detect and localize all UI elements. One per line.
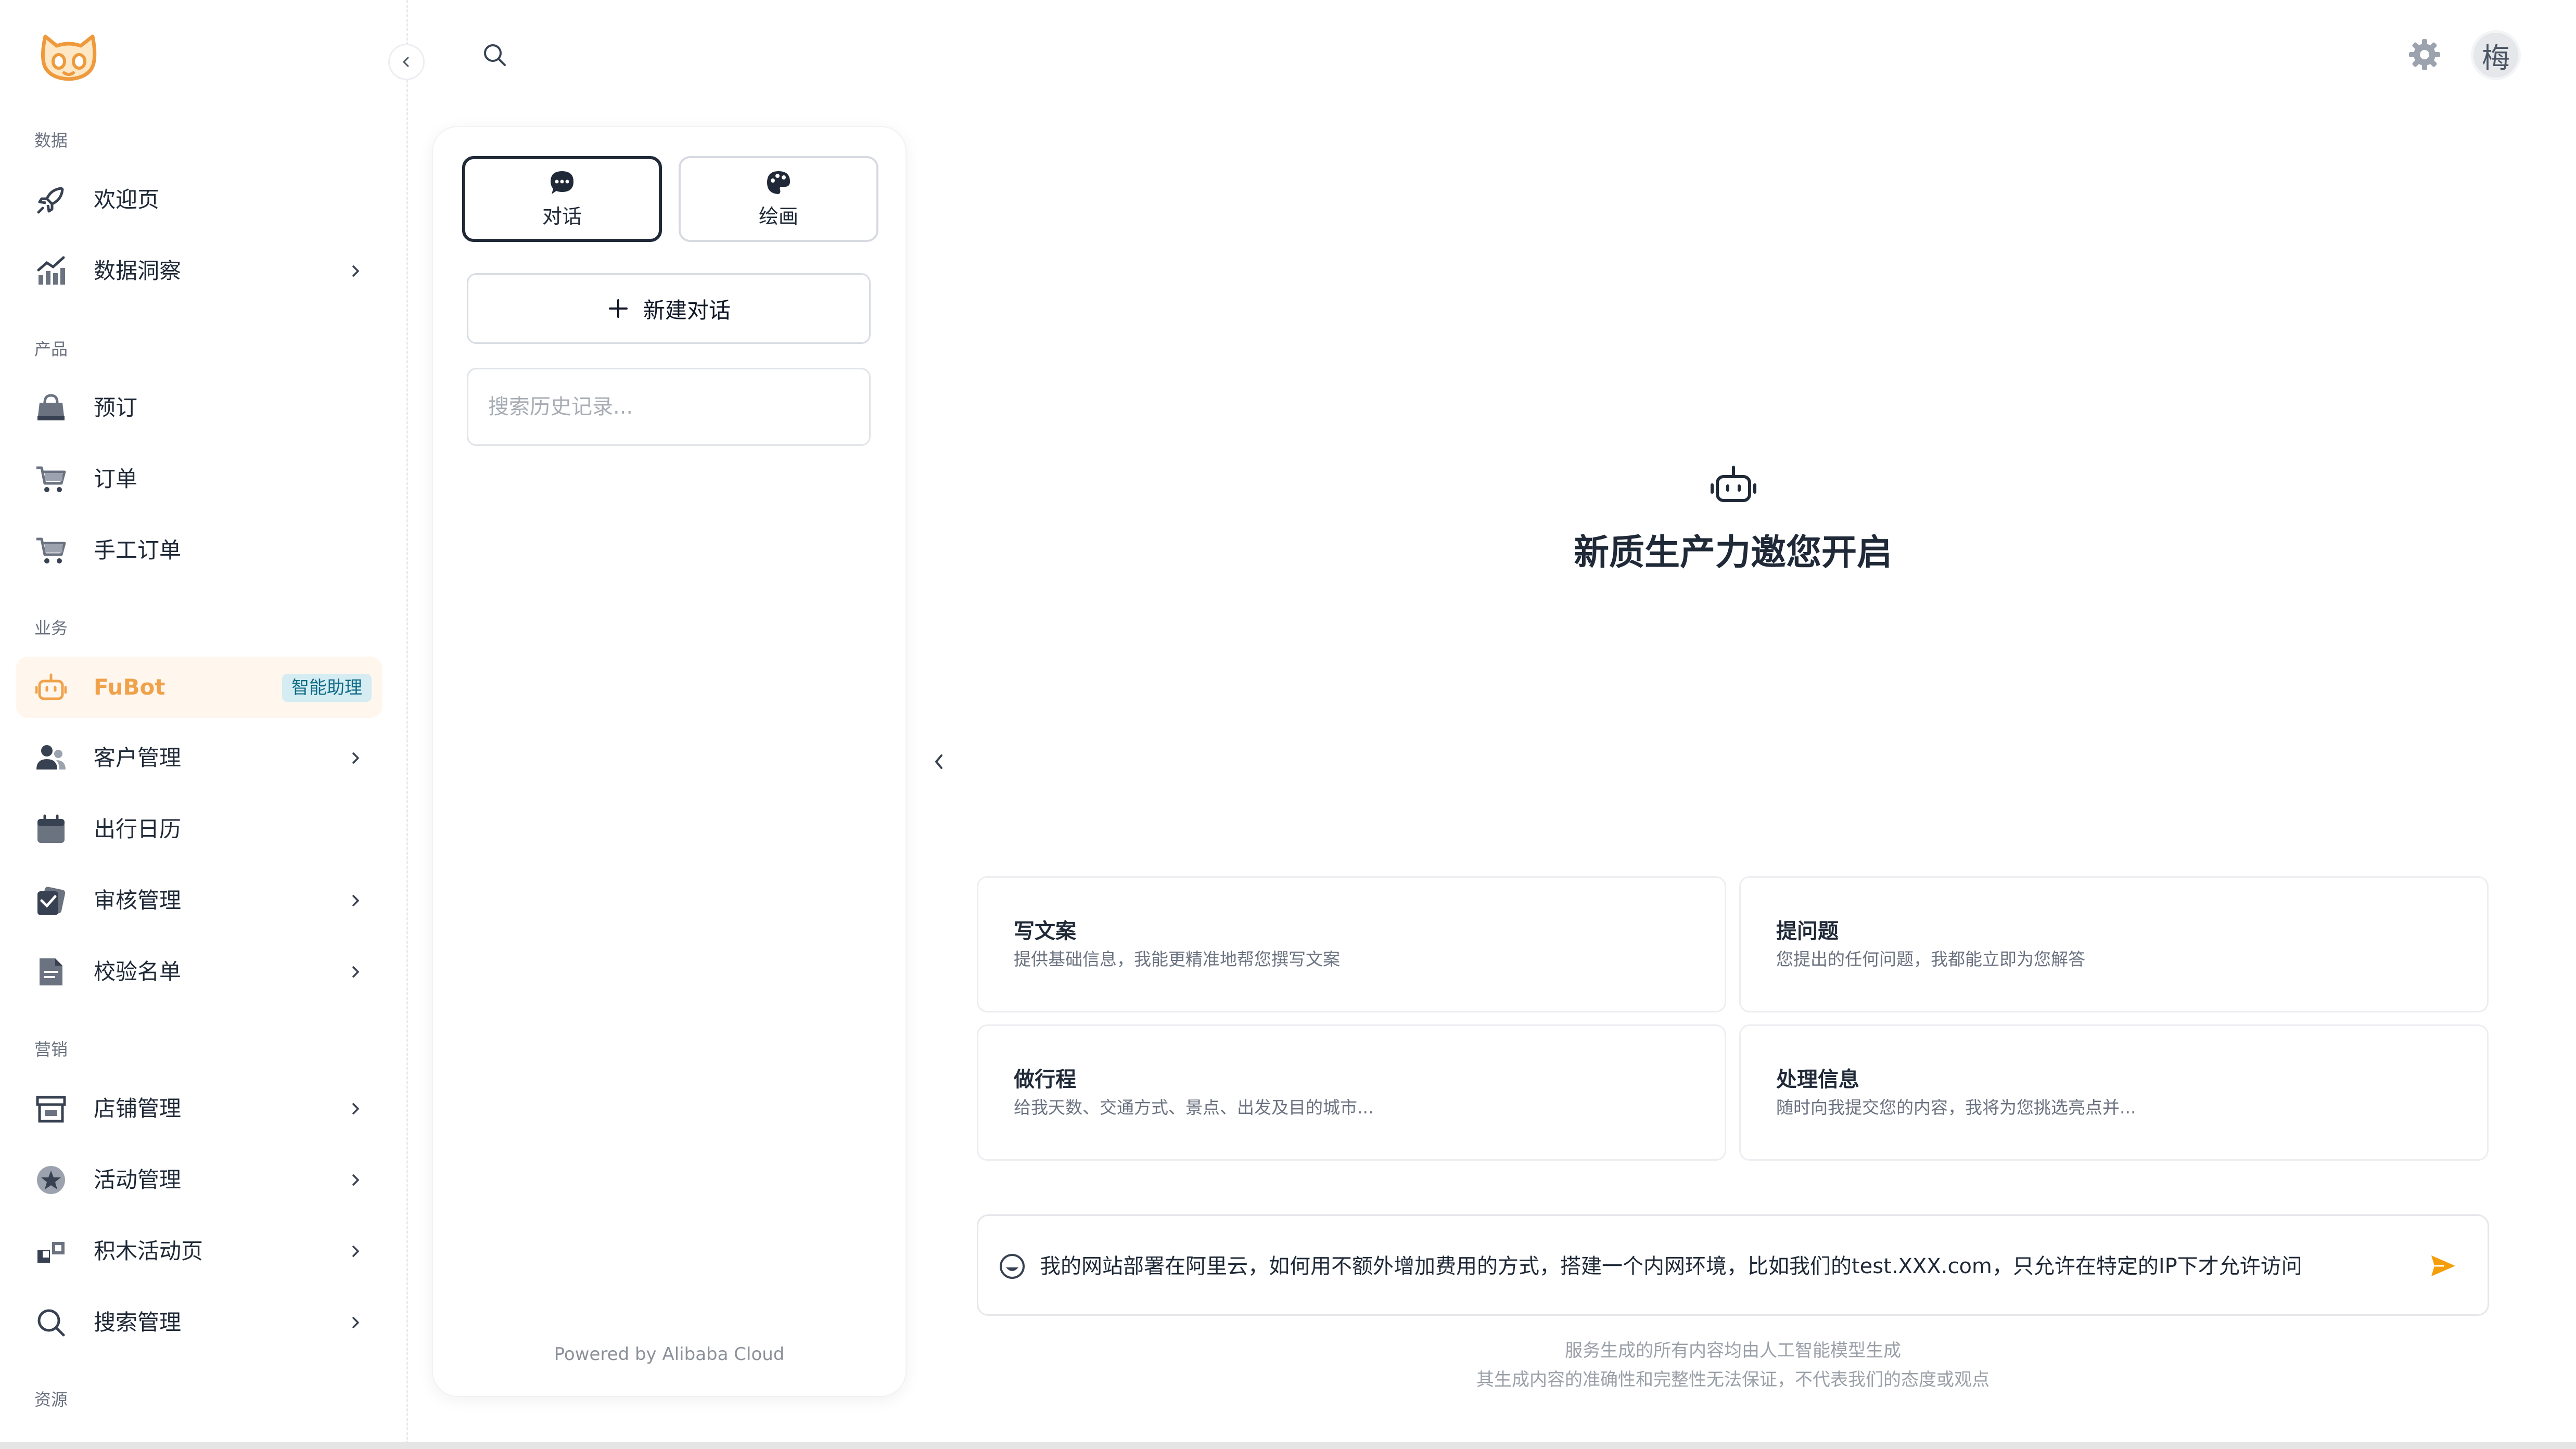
mode-chat-label: 对话 [542, 205, 582, 228]
chevron-right-icon [344, 1240, 367, 1263]
group-title-data: 数据 [34, 131, 68, 150]
chart-icon [34, 255, 68, 287]
sidebar-item-search-manage[interactable]: 搜索管理 [16, 1292, 382, 1353]
card-title: 写文案 [1014, 919, 1076, 943]
send-icon [2431, 1255, 2455, 1276]
search-icon [34, 1307, 68, 1338]
chevron-right-icon [344, 1169, 367, 1191]
sidebar-item-label: 手工订单 [94, 537, 182, 563]
sidebar-item-label: 活动管理 [94, 1167, 182, 1192]
group-title-business: 业务 [34, 618, 68, 638]
calendar-icon [34, 814, 68, 845]
sidebar-item-label: 数据洞察 [94, 258, 182, 284]
chevron-left-icon [935, 754, 942, 769]
panel-collapse-toggle[interactable] [927, 748, 950, 775]
message-composer: 我的网站部署在阿里云，如何用不额外增加费用的方式，搭建一个内网环境，比如我们的t… [977, 1214, 2489, 1316]
rocket-icon [34, 184, 68, 215]
card-description: 提供基础信息，我能更精准地帮您撰写文案 [1014, 949, 1340, 969]
horizontal-scrollbar[interactable] [0, 1442, 2576, 1449]
robot-icon [1710, 464, 1757, 506]
sidebar-divider [406, 0, 408, 1449]
stamp-icon [34, 885, 68, 916]
sidebar-item-welcome[interactable]: 欢迎页 [16, 169, 382, 230]
mode-chat-button[interactable]: 对话 [462, 156, 662, 242]
sidebar-item-booking[interactable]: 预订 [16, 377, 382, 439]
history-search-input[interactable] [467, 368, 871, 446]
new-chat-button[interactable]: 新建对话 [467, 273, 871, 344]
document-icon [34, 956, 68, 988]
chat-bubble-icon [549, 169, 576, 196]
sidebar-item-label: 校验名单 [94, 959, 182, 984]
message-input[interactable]: 我的网站部署在阿里云，如何用不额外增加费用的方式，搭建一个内网环境，比如我们的t… [1040, 1242, 2341, 1291]
cart-icon [34, 464, 68, 495]
search-icon[interactable] [479, 39, 511, 71]
mode-drawing-label: 绘画 [758, 205, 798, 228]
bag-icon [34, 392, 68, 424]
sidebar-item-data-insight[interactable]: 数据洞察 [16, 240, 382, 302]
sidebar-item-label: 出行日历 [94, 816, 182, 842]
powered-by-text: Powered by Alibaba Cloud [554, 1344, 785, 1365]
card-title: 做行程 [1014, 1068, 1076, 1092]
chevron-right-icon [344, 1311, 367, 1334]
avatar[interactable]: 梅 [2471, 30, 2521, 80]
robot-icon [34, 672, 68, 703]
sidebar-item-label: 搜索管理 [94, 1310, 182, 1335]
group-title-product: 产品 [34, 339, 68, 359]
disclaimer-line-1: 服务生成的所有内容均由人工智能模型生成 [1565, 1340, 1901, 1361]
send-button[interactable] [2427, 1250, 2458, 1281]
sidebar-collapse-button[interactable] [388, 44, 425, 80]
sidebar-item-orders[interactable]: 订单 [16, 448, 382, 510]
store-icon [34, 1093, 68, 1124]
brand-logo[interactable] [39, 31, 99, 83]
palette-icon [765, 169, 792, 196]
sidebar-item-activity[interactable]: 活动管理 [16, 1149, 382, 1211]
mode-drawing-button[interactable]: 绘画 [679, 156, 878, 242]
chevron-right-icon [344, 889, 367, 912]
card-description: 随时向我提交您的内容，我将为您挑选亮点并... [1776, 1097, 2136, 1118]
card-title: 提问题 [1776, 919, 1839, 943]
group-title-marketing: 营销 [34, 1040, 68, 1059]
chevron-right-icon [344, 1097, 367, 1120]
chevron-right-icon [344, 747, 367, 770]
sidebar-item-fubot[interactable]: FuBot 智能助理 [16, 657, 382, 718]
sidebar-item-label: 预订 [94, 395, 138, 420]
group-title-resources: 资源 [34, 1390, 68, 1409]
cart-icon [34, 535, 68, 566]
blocks-icon [34, 1236, 68, 1267]
sidebar-item-label: 客户管理 [94, 745, 182, 771]
sidebar-item-travel-calendar[interactable]: 出行日历 [16, 799, 382, 860]
sidebar-item-verification-list[interactable]: 校验名单 [16, 941, 382, 1003]
sidebar-item-label: 审核管理 [94, 888, 182, 913]
sidebar-item-store[interactable]: 店铺管理 [16, 1078, 382, 1139]
sidebar-item-label: 积木活动页 [94, 1238, 203, 1264]
disclaimer-line-2: 其生成内容的准确性和完整性无法保证，不代表我们的态度或观点 [1476, 1369, 1990, 1390]
ai-assistant-badge: 智能助理 [282, 674, 372, 702]
chevron-left-icon [403, 57, 409, 67]
suggestion-card-process-info[interactable]: 处理信息 随时向我提交您的内容，我将为您挑选亮点并... [1739, 1024, 2489, 1161]
new-chat-label: 新建对话 [643, 297, 731, 323]
chevron-right-icon [344, 260, 367, 283]
suggestion-card-copywriting[interactable]: 写文案 提供基础信息，我能更精准地帮您撰写文案 [977, 876, 1726, 1012]
sidebar-item-customers[interactable]: 客户管理 [16, 727, 382, 789]
card-description: 您提出的任何问题，我都能立即为您解答 [1776, 949, 2085, 969]
suggestion-card-ask[interactable]: 提问题 您提出的任何问题，我都能立即为您解答 [1739, 876, 2489, 1012]
star-badge-icon [34, 1164, 68, 1196]
welcome-title: 新质生产力邀您开启 [1573, 532, 1892, 573]
suggestion-card-itinerary[interactable]: 做行程 给我天数、交通方式、景点、出发及目的城市... [977, 1024, 1726, 1161]
sidebar-item-label: 订单 [94, 466, 138, 492]
sidebar-item-blocks-page[interactable]: 积木活动页 [16, 1221, 382, 1282]
chevron-right-icon [344, 960, 367, 983]
sidebar-item-label: 欢迎页 [94, 187, 160, 212]
users-icon [34, 742, 68, 774]
smile-icon[interactable] [998, 1252, 1026, 1280]
sidebar-item-label: FuBot [94, 674, 165, 700]
sidebar-item-label: 店铺管理 [94, 1096, 182, 1121]
plus-icon [607, 297, 630, 320]
card-description: 给我天数、交通方式、景点、出发及目的城市... [1014, 1097, 1374, 1118]
card-title: 处理信息 [1776, 1068, 1859, 1092]
gear-icon[interactable] [2406, 36, 2443, 73]
sidebar: 数据 产品 业务 营销 资源 欢迎页 数据洞察 预订 订单 手工订单 FuBot… [0, 0, 406, 1449]
sidebar-item-review[interactable]: 审核管理 [16, 870, 382, 931]
sidebar-item-manual-orders[interactable]: 手工订单 [16, 520, 382, 581]
